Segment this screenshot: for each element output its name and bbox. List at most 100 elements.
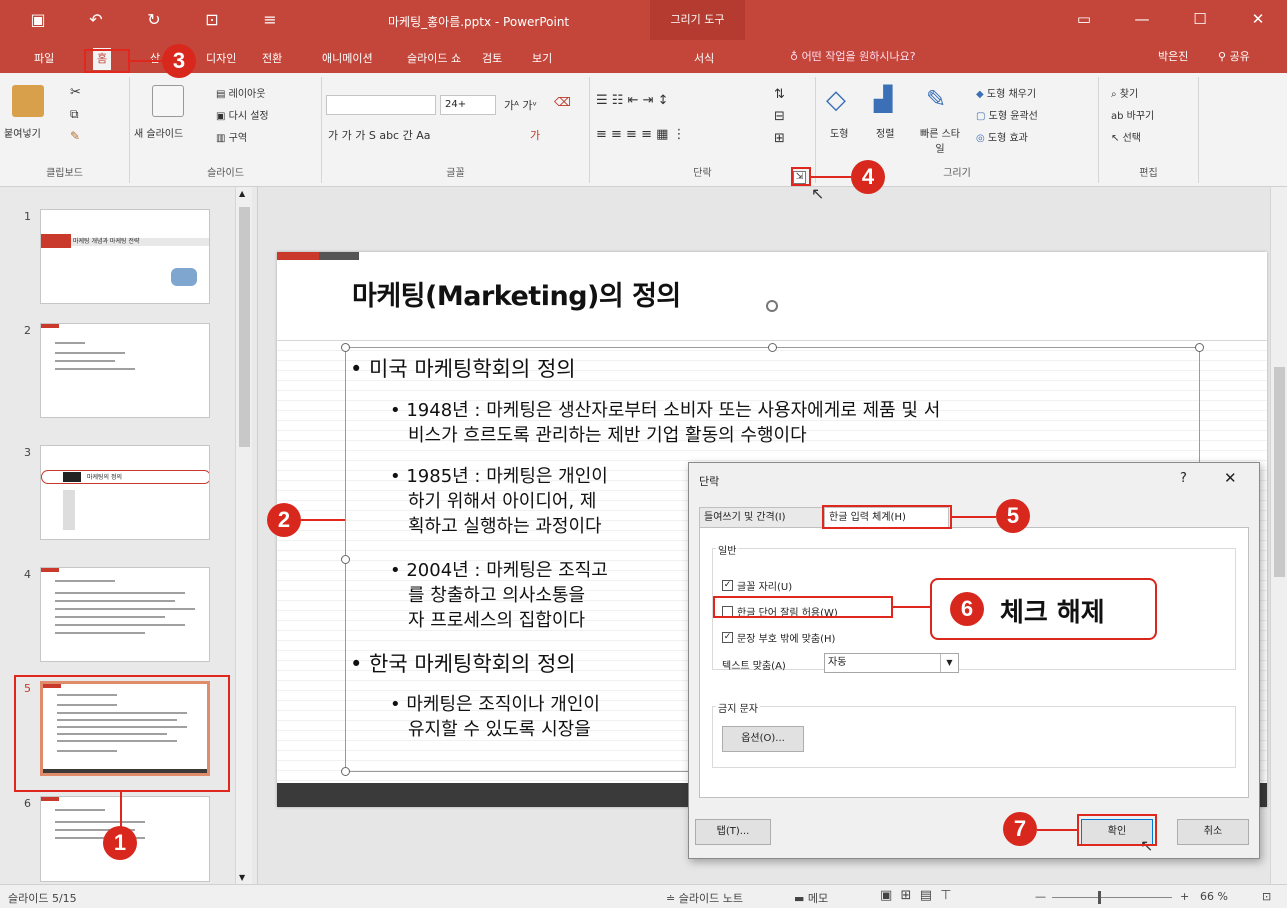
annotation-box-5 [822,505,952,529]
notes-button[interactable]: ≐ 슬라이드 노트 [666,890,743,906]
replace-button[interactable]: ab 바꾸기 [1111,107,1154,122]
tell-me-search[interactable]: ♁ 어떤 작업을 원하시나요? [790,48,916,64]
view-buttons[interactable]: ▣ ⊞ ▤ ⊤ [880,888,952,903]
tab-animations[interactable]: 애니메이션 [318,48,377,70]
grow-font-icon[interactable]: 가ᴬ 가ᵛ [504,97,537,113]
new-slide-button[interactable]: 새 슬라이드 [134,125,183,140]
paragraph-group-label: 단락 [693,168,712,179]
checkbox-checked-icon: ✓ [722,632,733,643]
quick-styles-icon[interactable]: ✎ [926,85,946,113]
resize-handle[interactable] [341,767,350,776]
find-button[interactable]: ⌕ 찾기 [1111,85,1138,100]
thumbnail-scrollbar[interactable]: ▲ ▼ [235,187,252,884]
tab-format[interactable]: 서식 [690,48,718,70]
contextual-tab-group: 그리기 도구 [650,0,745,40]
slide-thumbnail-4[interactable] [40,567,210,662]
align-text-icon[interactable]: ⊟ [774,109,785,124]
text-direction-icon[interactable]: ⇅ [774,87,785,102]
tab-review[interactable]: 검토 [478,48,506,70]
bullet-level2-cont: 자 프로세스의 집합이다 [408,610,586,631]
undo-icon[interactable]: ↶ [86,10,106,29]
layout-button[interactable]: ▤ 레이아웃 [216,85,265,100]
main-vertical-scrollbar[interactable] [1270,187,1287,884]
font-name-combo[interactable] [326,95,436,115]
smartart-icon[interactable]: ⊞ [774,131,785,146]
arrange-icon[interactable]: ▟ [874,85,892,113]
maximize-icon[interactable]: ☐ [1171,0,1229,40]
resize-handle[interactable] [341,555,350,564]
slide-thumbnail-2[interactable] [40,323,210,418]
shape-effects-button[interactable]: ◎ 도형 효과 [976,129,1028,144]
font-style-buttons[interactable]: 가 가 가 S abc 간 Aa [328,127,430,143]
fit-to-window-icon[interactable]: ⊡ [1262,890,1271,903]
shape-outline-button[interactable]: ▢ 도형 윤곽선 [976,107,1038,122]
copy-icon[interactable]: ⧉ [70,107,79,122]
user-name[interactable]: 박은진 [1158,48,1188,64]
redo-icon[interactable]: ↻ [144,10,164,29]
help-icon[interactable]: ? [1180,471,1187,486]
chevron-down-icon[interactable]: ▼ [940,654,958,672]
reset-icon: ▣ [216,111,229,122]
minimize-icon[interactable]: — [1113,0,1171,40]
tab-file[interactable]: 파일 [30,48,58,70]
paste-icon[interactable] [12,85,44,117]
font-color-icon[interactable]: 가 [530,127,540,143]
select-button[interactable]: ↖ 선택 [1111,129,1141,144]
text-alignment-select[interactable]: 자동 ▼ [824,653,959,673]
arrange-button[interactable]: 정렬 [876,125,894,140]
main-scrollbar-thumb[interactable] [1274,367,1285,577]
tab-indents-spacing[interactable]: 들여쓰기 및 간격(I) [699,507,823,528]
shapes-button[interactable]: 도형 [830,125,848,140]
cut-icon[interactable]: ✂ [70,85,81,100]
shapes-icon[interactable]: ◇ [826,85,846,115]
font-group-label: 글꼴 [446,168,465,179]
rotate-handle-icon[interactable] [766,300,778,312]
new-slide-icon[interactable] [152,85,184,117]
dialog-title: 단락 [699,475,720,488]
editing-group-label: 편집 [1139,168,1158,179]
scroll-up-icon[interactable]: ▲ [239,189,245,198]
paste-button[interactable]: 붙여넣기 [4,125,41,140]
scrollbar-thumb[interactable] [239,207,250,447]
start-slideshow-icon[interactable]: ⊡ [202,10,222,29]
resize-handle[interactable] [768,343,777,352]
align-buttons[interactable]: ≡ ≡ ≡ ≡ ▦ ⋮ [596,127,686,142]
format-painter-icon[interactable]: ✎ [70,129,80,143]
tab-transitions[interactable]: 전환 [258,48,286,70]
zoom-out-icon[interactable]: — [1035,890,1046,903]
slide-thumbnail-1[interactable]: 마케팅 개념과 마케팅 전략 [40,209,210,304]
zoom-slider-thumb[interactable] [1098,891,1101,904]
options-button[interactable]: 옵션(O)... [722,726,804,752]
resize-handle[interactable] [1195,343,1204,352]
font-size-combo[interactable]: 24+ [440,95,496,115]
tab-view[interactable]: 보기 [528,48,556,70]
share-button[interactable]: ⚲ 공유 [1218,48,1250,64]
cancel-button[interactable]: 취소 [1177,819,1249,845]
tab-design[interactable]: 디자인 [202,48,240,70]
bullets-icon[interactable]: ☰ ☷ ⇤ ⇥ ↕ [596,93,669,108]
punctuation-checkbox[interactable]: ✓ 글꼴 자리(U) [722,578,792,593]
section-button[interactable]: ▥ 구역 [216,129,247,144]
annotation-badge-5: 5 [996,499,1030,533]
tabs-button[interactable]: 탭(T)... [695,819,771,845]
hanging-punctuation-checkbox[interactable]: ✓ 문장 부호 밖에 맞춤(H) [722,630,835,645]
close-icon[interactable]: ✕ [1229,0,1287,40]
scroll-down-icon[interactable]: ▼ [239,873,245,882]
quick-styles-button[interactable]: 빠른 스타일 [916,125,964,155]
slide-thumbnail-3[interactable]: 마케팅의 정의 [40,445,210,540]
customize-qat-icon[interactable]: ≡ [260,10,280,29]
zoom-slider-track[interactable] [1052,897,1172,898]
tab-slideshow[interactable]: 슬라이드 쇼 [403,48,465,70]
close-icon[interactable]: ✕ [1224,469,1237,487]
clear-format-icon[interactable]: ⌫ [554,95,571,109]
slide-title[interactable]: 마케팅(Marketing)의 정의 [352,274,681,313]
thumb-caption: 마케팅의 정의 [87,474,123,481]
zoom-in-icon[interactable]: + [1180,890,1189,903]
zoom-level[interactable]: 66 % [1200,890,1228,903]
reset-button[interactable]: ▣ 다시 설정 [216,107,269,122]
resize-handle[interactable] [341,343,350,352]
ribbon-display-icon[interactable]: ▭ [1055,0,1113,40]
shape-fill-button[interactable]: ◆ 도형 채우기 [976,85,1036,100]
save-icon[interactable]: ▣ [28,10,48,29]
comments-button[interactable]: ▬ 메모 [794,890,828,906]
